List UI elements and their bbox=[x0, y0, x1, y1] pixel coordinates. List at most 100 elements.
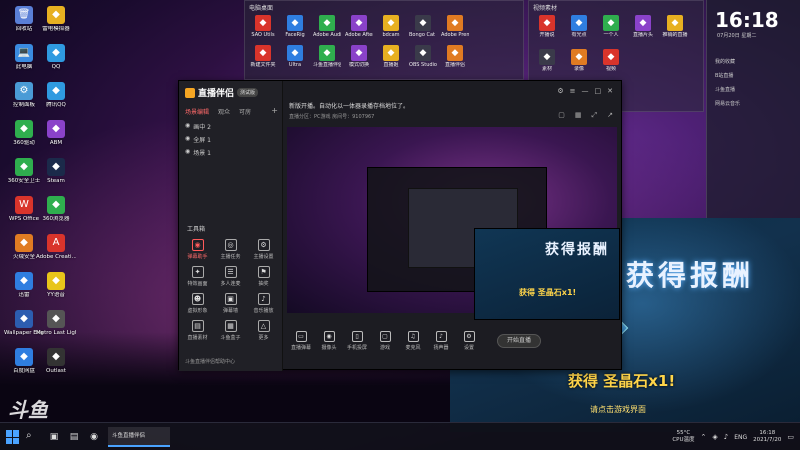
folder-item[interactable]: ◆Adobe After Effects CC bbox=[345, 15, 373, 38]
toolbox-item[interactable]: ☰ 多人连麦 bbox=[214, 266, 247, 287]
widget-row[interactable]: 网易云音乐 bbox=[715, 100, 740, 107]
desktop-icon[interactable]: ◆ 360浏览器 bbox=[36, 196, 76, 223]
folder-item[interactable]: ◆ 有光点 bbox=[565, 15, 593, 38]
task-view-icon[interactable]: ▣ bbox=[44, 427, 64, 447]
tab-audience[interactable]: 观众 bbox=[218, 107, 230, 116]
network-icon[interactable]: ◈ bbox=[712, 433, 717, 441]
bottom-tool[interactable]: ◉ 摄像头 bbox=[315, 331, 343, 351]
folder-item[interactable]: ◆ 斗鱼直播伴侣 bbox=[313, 45, 341, 68]
bottom-tool[interactable]: ▯ 手机投屏 bbox=[343, 331, 371, 351]
eye-icon[interactable]: ◉ bbox=[185, 122, 190, 131]
taskbar-clock[interactable]: 16:18 2021/7/20 bbox=[753, 430, 781, 444]
icon-label: 360浏览器 bbox=[42, 216, 70, 222]
folder-item[interactable]: ◆ 一个人 bbox=[597, 15, 625, 38]
desktop-icon[interactable]: ◆ 雷电模拟器 bbox=[36, 6, 76, 33]
folder-item[interactable]: ◆ 素材 bbox=[533, 49, 561, 72]
close-icon[interactable]: ✕ bbox=[607, 87, 613, 95]
folder-item[interactable]: ◆ 推销的直播 bbox=[661, 15, 689, 38]
folder-window-desktop[interactable]: 电脑桌面 ◆SAO Utils◆FaceRig◆Adobe Audition C… bbox=[244, 0, 524, 80]
bottom-tool[interactable]: ▭ 直播弹幕 bbox=[287, 331, 315, 351]
volume-icon[interactable]: ♪ bbox=[724, 433, 728, 441]
app-icon: ◆ bbox=[47, 6, 65, 24]
taskbar-app-douyu[interactable]: 斗鱼直播伴侣 bbox=[108, 427, 170, 447]
desktop-icon[interactable]: ◆ Outlast bbox=[36, 348, 76, 375]
folder-item[interactable]: ◆ 录像 bbox=[565, 49, 593, 72]
folder-title: 视频素材 bbox=[533, 5, 558, 12]
toolbox-item[interactable]: ◎ 主播任务 bbox=[214, 239, 247, 260]
add-tab-icon[interactable]: + bbox=[271, 106, 278, 115]
desktop-icon[interactable]: ◆ Metro Last Light Redux bbox=[36, 310, 76, 337]
file-explorer-icon[interactable]: ▤ bbox=[64, 427, 84, 447]
browser-icon[interactable]: ◉ bbox=[84, 427, 104, 447]
taskbar: ⌕ ▣ ▤ ◉ 斗鱼直播伴侣 55°C CPU温度 ⌃ ◈ ♪ ENG 16:18… bbox=[0, 422, 800, 450]
desktop-icon[interactable]: ◆ YY语音 bbox=[36, 272, 76, 299]
desktop-icon[interactable]: ◆ QQ bbox=[36, 44, 76, 71]
toolbox-item[interactable]: ▣ 弹幕墙 bbox=[214, 293, 247, 314]
toolbox-item[interactable]: ⚑ 抽奖 bbox=[247, 266, 280, 287]
toolbox-item[interactable]: ▦ 斗鱼盒子 bbox=[214, 320, 247, 341]
stream-stats: 直播分区：PC游戏 房间号：9107967 bbox=[289, 114, 375, 120]
icon-label: 腾讯QQ bbox=[46, 102, 66, 108]
minimize-icon[interactable]: — bbox=[582, 87, 589, 95]
folder-item[interactable]: ◆ FaceRig bbox=[281, 15, 309, 38]
scene-item[interactable]: ◉ 场景 1 bbox=[185, 148, 211, 157]
chevron-up-icon[interactable]: ⌃ bbox=[701, 433, 707, 441]
folder-item[interactable]: ◆ OBS Studio bbox=[409, 45, 437, 68]
tool-label: 斗鱼盒子 bbox=[220, 335, 241, 341]
folder-item[interactable]: ◆ 直播片头 bbox=[629, 15, 657, 38]
folder-item[interactable]: ◆Adobe Premiere bbox=[441, 15, 469, 38]
scene-item[interactable]: ◉ 全屏 1 bbox=[185, 135, 211, 144]
toolbox-item[interactable]: △ 更多 bbox=[247, 320, 280, 341]
streaming-app-window[interactable]: 直播伴侣 测试版 场景编辑 观众 可房 + ◉ 画中 2 ◉ 全屏 1 ◉ 场景 1 … bbox=[178, 80, 622, 371]
windows-start-icon[interactable] bbox=[6, 430, 20, 444]
widget-row[interactable]: 斗鱼直播 bbox=[715, 86, 735, 93]
scene-item[interactable]: ◉ 画中 2 bbox=[185, 122, 211, 131]
maximize-icon[interactable]: □ bbox=[595, 87, 602, 95]
widget-clock: 16:18 bbox=[715, 8, 779, 32]
folder-item[interactable]: ◆ 新建文件夹 bbox=[249, 45, 277, 68]
folder-item[interactable]: ◆Bongo Cat Mver bbox=[409, 15, 437, 38]
desktop-icon[interactable]: ◆ Steam bbox=[36, 158, 76, 185]
app-footer[interactable]: 斗鱼直播伴侣帮助中心 bbox=[185, 358, 235, 365]
bottom-tool[interactable]: ♫ 麦克风 bbox=[399, 331, 427, 351]
toolbox-item[interactable]: ▤ 直播素材 bbox=[181, 320, 214, 341]
folder-item[interactable]: ◆ bdcam bbox=[377, 15, 405, 38]
folder-item[interactable]: ◆ 视频 bbox=[597, 49, 625, 72]
file-label: Ultra bbox=[288, 62, 302, 68]
folder-item[interactable]: ◆ 模式切换 bbox=[345, 45, 373, 68]
folder-item[interactable]: ◆ Ultra bbox=[281, 45, 309, 68]
toolbox-item[interactable]: ⚙ 主播设置 bbox=[247, 239, 280, 260]
folder-item[interactable]: ◆ 直播伴侣 bbox=[441, 45, 469, 68]
menu-icon[interactable]: ≡ bbox=[570, 87, 576, 95]
game-hint[interactable]: 请点击游戏界面 bbox=[590, 404, 646, 415]
widget-row[interactable]: 我的收藏 bbox=[715, 58, 735, 65]
bottom-tool[interactable]: ♪ 扬声器 bbox=[427, 331, 455, 351]
toolbox-item[interactable]: ◉ 弹幕助手 bbox=[181, 239, 214, 260]
tab-scene-edit[interactable]: 场景编辑 bbox=[185, 107, 209, 116]
bottom-tool[interactable]: ⚙ 设置 bbox=[455, 331, 483, 351]
desktop-icon[interactable]: A Adobe Creati... bbox=[36, 234, 76, 261]
desktop-icon[interactable]: ◆ 腾讯QQ bbox=[36, 82, 76, 109]
input-language[interactable]: ENG bbox=[734, 434, 747, 441]
eye-icon[interactable]: ◉ bbox=[185, 148, 190, 157]
search-icon[interactable]: ⌕ bbox=[26, 430, 32, 441]
folder-item[interactable]: ◆ SAO Utils bbox=[249, 15, 277, 38]
settings-icon[interactable]: ⚙ bbox=[557, 87, 563, 95]
desktop-icon[interactable]: ◆ ABM bbox=[36, 120, 76, 147]
folder-item[interactable]: ◆ 直播姬 bbox=[377, 45, 405, 68]
layout-icon[interactable]: ▦ bbox=[575, 111, 582, 120]
share-icon[interactable]: ↗ bbox=[607, 111, 613, 120]
lock-icon[interactable]: ▢ bbox=[558, 111, 565, 120]
eye-icon[interactable]: ◉ bbox=[185, 135, 190, 144]
folder-item[interactable]: ◆Adobe Audition CC bbox=[313, 15, 341, 38]
toolbox-item[interactable]: ♪ 音乐播放 bbox=[247, 293, 280, 314]
fullscreen-icon[interactable]: ⤢ bbox=[592, 111, 598, 120]
tab-room[interactable]: 可房 bbox=[239, 107, 251, 116]
widget-row[interactable]: B站直播 bbox=[715, 72, 733, 79]
start-stream-button[interactable]: 开始直播 bbox=[497, 334, 541, 348]
toolbox-item[interactable]: ☻ 虚拟形象 bbox=[181, 293, 214, 314]
notification-icon[interactable]: ▭ bbox=[787, 433, 794, 441]
toolbox-item[interactable]: ✦ 特效画面 bbox=[181, 266, 214, 287]
bottom-tool[interactable]: ▢ 游戏 bbox=[371, 331, 399, 351]
folder-item[interactable]: ◆ 开播说 bbox=[533, 15, 561, 38]
